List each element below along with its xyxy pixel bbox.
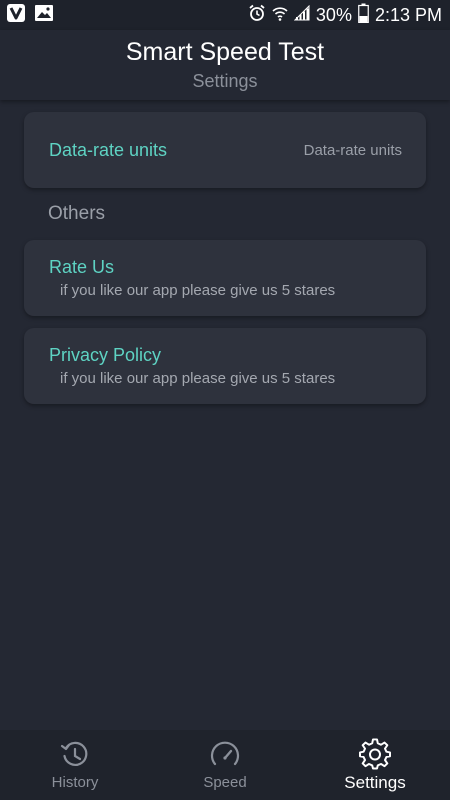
wifi-icon — [272, 4, 288, 27]
battery-percent: 30% — [315, 4, 352, 25]
status-bar-right: 30% 2:13 PM — [248, 0, 442, 30]
history-icon — [58, 738, 92, 772]
app-title: Smart Speed Test — [125, 38, 325, 66]
status-bar-left — [0, 3, 54, 28]
bottom-nav: History Speed Settings — [0, 730, 450, 800]
privacy-policy-setting[interactable]: Privacy Policy if you like our app pleas… — [24, 328, 426, 404]
data-rate-units-setting[interactable]: Data-rate units Data-rate units — [24, 112, 426, 188]
clock: 2:13 PM — [374, 4, 442, 25]
page-subtitle: Settings — [192, 71, 258, 91]
status-bar: 30% 2:13 PM — [0, 0, 450, 30]
rate-us-label: Rate Us — [49, 257, 115, 277]
data-rate-units-label: Data-rate units — [49, 140, 168, 160]
privacy-policy-label: Privacy Policy — [49, 345, 162, 365]
signal-icon — [293, 4, 310, 26]
speedometer-icon — [208, 738, 242, 772]
screen: 30% 2:13 PM Smart Speed Test Settings Da… — [0, 0, 450, 800]
nav-speed[interactable]: Speed — [150, 730, 300, 800]
alarm-icon — [248, 4, 266, 27]
nav-history-label: History — [51, 774, 99, 791]
rate-us-setting[interactable]: Rate Us if you like our app please give … — [24, 240, 426, 316]
battery-icon — [358, 3, 369, 28]
nav-speed-label: Speed — [203, 774, 247, 791]
rate-us-description: if you like our app please give us 5 sta… — [60, 282, 336, 299]
nav-history[interactable]: History — [0, 730, 150, 800]
app-header: Smart Speed Test Settings — [0, 30, 450, 100]
v-app-icon — [6, 3, 26, 28]
gear-icon — [358, 738, 392, 772]
nav-settings-label: Settings — [344, 773, 406, 792]
data-rate-units-value: Data-rate units — [303, 142, 402, 159]
privacy-policy-description: if you like our app please give us 5 sta… — [60, 370, 336, 387]
image-icon — [34, 3, 54, 28]
others-section-heading: Others — [48, 203, 106, 224]
nav-settings[interactable]: Settings — [300, 730, 450, 800]
